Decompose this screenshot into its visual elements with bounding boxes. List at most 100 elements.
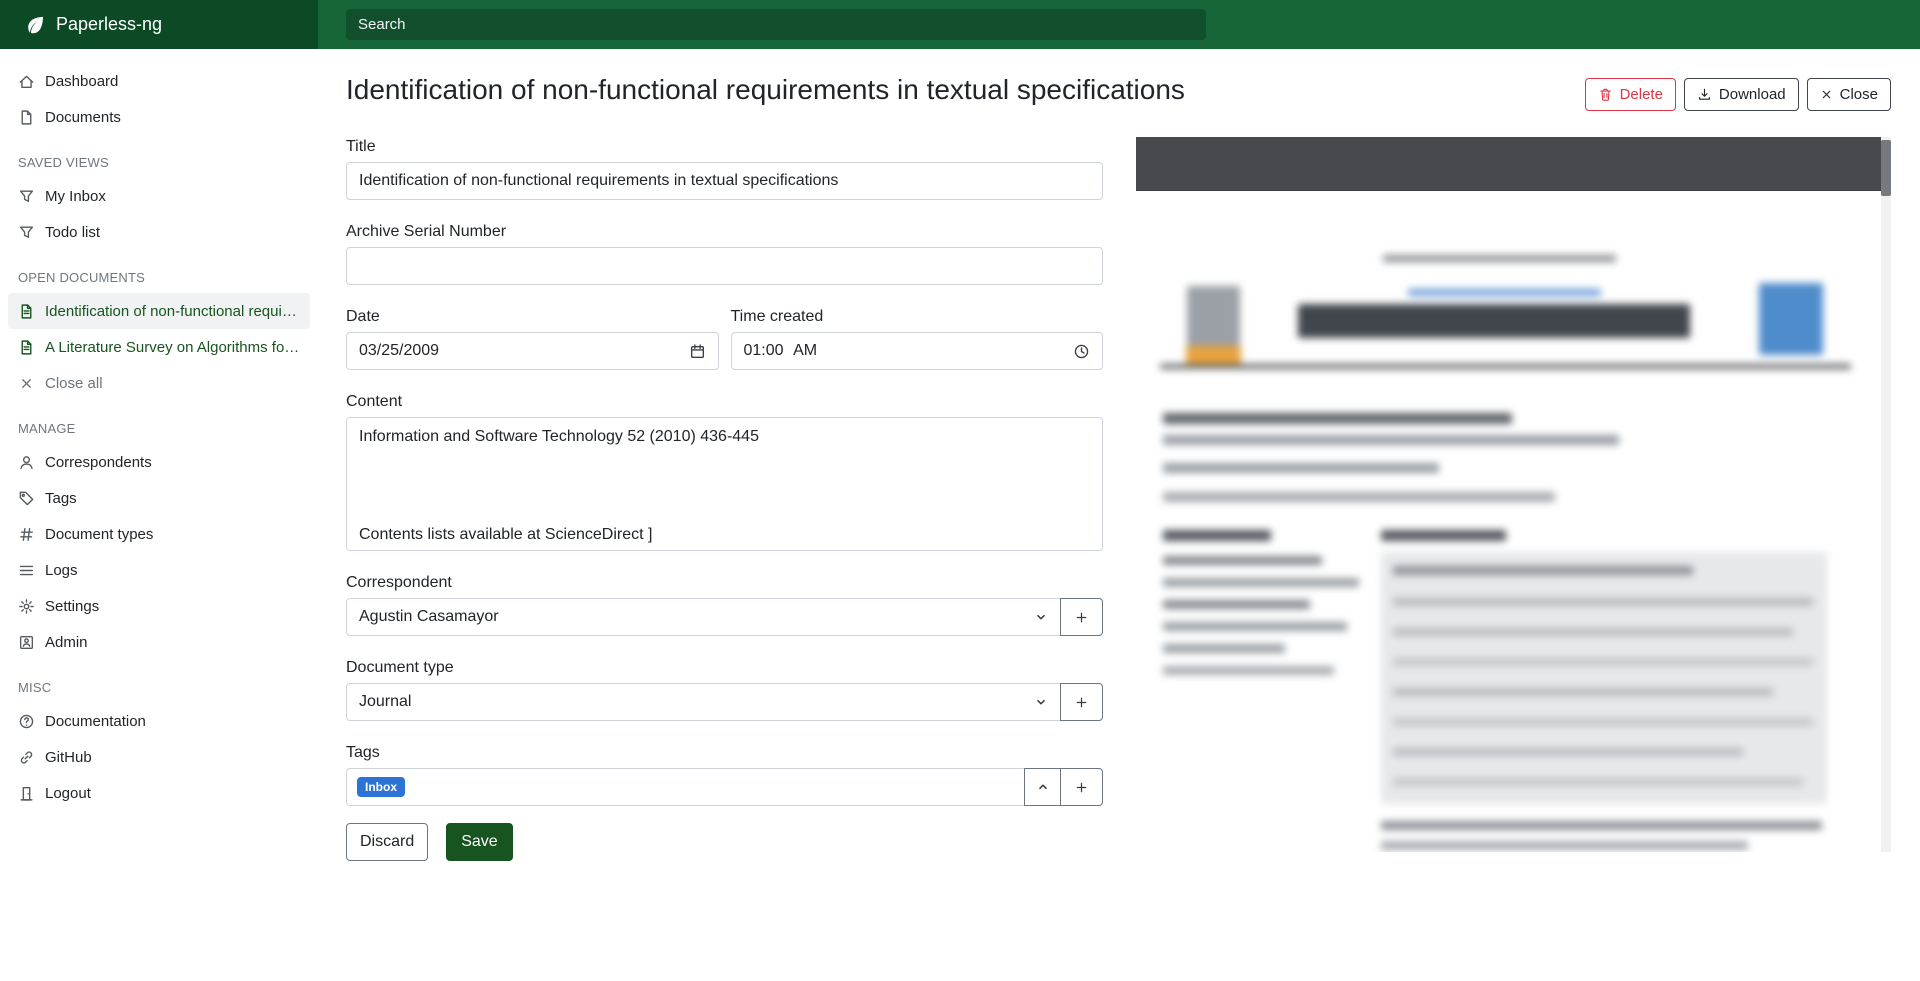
tags-field: Tags Inbox	[346, 743, 1103, 806]
person-icon	[18, 454, 35, 471]
preview-scrollbar[interactable]	[1881, 137, 1891, 852]
date-input[interactable]: 03/25/2009	[346, 332, 719, 370]
correspondent-select[interactable]: Agustin Casamayor	[346, 598, 1061, 636]
sidebar-item-logout[interactable]: Logout	[8, 775, 310, 811]
plus-icon	[1074, 780, 1089, 795]
pdf-blur-shape	[1408, 289, 1601, 296]
document-type-value: Journal	[359, 693, 411, 711]
pdf-blur-shape	[1163, 556, 1322, 565]
sidebar-item-label: Identification of non-functional require…	[45, 303, 300, 320]
delete-button[interactable]: Delete	[1585, 78, 1676, 111]
gear-icon	[18, 598, 35, 615]
clock-icon[interactable]	[1073, 343, 1090, 360]
hash-icon	[18, 526, 35, 543]
file-icon	[18, 109, 35, 126]
tags-label: Tags	[346, 743, 1103, 762]
sidebar-section-title: MISC	[18, 680, 300, 695]
pdf-blur-shape	[1163, 600, 1310, 609]
door-icon	[18, 785, 35, 802]
time-created-value: 01:00 AM	[744, 342, 818, 360]
sidebar-item-label: Document types	[45, 526, 300, 543]
time-created-input[interactable]: 01:00 AM	[731, 332, 1104, 370]
content-field: Content Information and Software Technol…	[346, 392, 1103, 551]
content-row: Title Archive Serial Number Date 03/25/2…	[346, 137, 1891, 901]
sidebar-item-label: Documentation	[45, 713, 300, 730]
sidebar-item-label: My Inbox	[45, 188, 300, 205]
date-label: Date	[346, 307, 719, 326]
pdf-blur-shape	[1187, 286, 1240, 346]
tag-badge-inbox[interactable]: Inbox	[357, 777, 405, 797]
sidebar-item-github[interactable]: GitHub	[8, 739, 310, 775]
sidebar-item-label: Settings	[45, 598, 300, 615]
asn-input[interactable]	[346, 247, 1103, 285]
tags-input[interactable]: Inbox	[346, 768, 1025, 806]
sidebar-item-todo-list[interactable]: Todo list	[8, 214, 310, 250]
sidebar-item-identification-of-non-functional-requirem[interactable]: Identification of non-functional require…	[8, 293, 310, 329]
sidebar-item-my-inbox[interactable]: My Inbox	[8, 178, 310, 214]
document-preview[interactable]	[1136, 137, 1891, 852]
sidebar-item-a-literature-survey-on-algorithms-for-mu[interactable]: A Literature Survey on Algorithms for Mu…	[8, 329, 310, 365]
content-textarea[interactable]: Information and Software Technology 52 (…	[346, 417, 1103, 551]
pdf-blur-shape	[1383, 255, 1616, 262]
pdf-blur-shape	[1393, 628, 1793, 636]
add-tag-button[interactable]	[1060, 768, 1103, 806]
close-button[interactable]: Close	[1807, 78, 1891, 111]
pdf-blur-shape	[1163, 492, 1555, 502]
sidebar-item-label: Dashboard	[45, 73, 300, 90]
sidebar-item-label: GitHub	[45, 749, 300, 766]
correspondent-field: Correspondent Agustin Casamayor	[346, 573, 1103, 636]
calendar-icon[interactable]	[689, 343, 706, 360]
close-button-label: Close	[1840, 86, 1878, 103]
preview-scrollbar-thumb[interactable]	[1881, 140, 1891, 196]
sidebar-item-documentation[interactable]: Documentation	[8, 703, 310, 739]
tags-dropdown-button[interactable]	[1024, 768, 1061, 806]
plus-icon	[1074, 695, 1089, 710]
pdf-blur-shape	[1381, 821, 1822, 830]
sidebar-item-tags[interactable]: Tags	[8, 480, 310, 516]
save-button[interactable]: Save	[446, 823, 512, 861]
chevron-down-icon	[1034, 610, 1048, 624]
app-brand[interactable]: Paperless-ng	[0, 0, 318, 49]
document-type-select[interactable]: Journal	[346, 683, 1061, 721]
pdf-blur-shape	[1393, 748, 1743, 756]
chevron-up-icon	[1036, 780, 1050, 794]
main-content: Identification of non-functional require…	[318, 49, 1920, 981]
document-actions: Delete Download Close	[1585, 78, 1891, 111]
list-icon	[18, 562, 35, 579]
add-document-type-button[interactable]	[1060, 683, 1103, 721]
pdf-blur-shape	[1163, 463, 1439, 473]
download-icon	[1697, 87, 1712, 102]
pdf-blur-shape	[1381, 552, 1827, 804]
sidebar-item-documents[interactable]: Documents	[8, 99, 310, 135]
title-field: Title	[346, 137, 1103, 200]
add-correspondent-button[interactable]	[1060, 598, 1103, 636]
pdf-page	[1136, 191, 1881, 852]
search-input[interactable]	[346, 9, 1206, 40]
download-button[interactable]: Download	[1684, 78, 1799, 111]
file-text-icon	[18, 339, 35, 356]
page-title: Identification of non-functional require…	[346, 73, 1185, 107]
sidebar-item-label: Correspondents	[45, 454, 300, 471]
link-icon	[18, 749, 35, 766]
sidebar-item-admin[interactable]: Admin	[8, 624, 310, 660]
sidebar-item-dashboard[interactable]: Dashboard	[8, 63, 310, 99]
pdf-blur-shape	[1393, 778, 1803, 786]
pdf-blur-shape	[1393, 718, 1813, 726]
correspondent-value: Agustin Casamayor	[359, 608, 499, 626]
pdf-blur-shape	[1163, 578, 1359, 587]
id-badge-icon	[18, 634, 35, 651]
top-navbar: Paperless-ng	[0, 0, 1920, 49]
sidebar-item-logs[interactable]: Logs	[8, 552, 310, 588]
sidebar-item-label: Close all	[45, 375, 300, 392]
sidebar-item-settings[interactable]: Settings	[8, 588, 310, 624]
sidebar-item-close-all[interactable]: Close all	[8, 365, 310, 401]
form-actions: Discard Save	[346, 823, 1103, 901]
title-input[interactable]	[346, 162, 1103, 200]
discard-button[interactable]: Discard	[346, 823, 428, 861]
page-header: Identification of non-functional require…	[346, 73, 1891, 111]
x-icon	[18, 375, 35, 392]
sidebar-item-correspondents[interactable]: Correspondents	[8, 444, 310, 480]
pdf-blur-shape	[1393, 598, 1813, 606]
sidebar-item-document-types[interactable]: Document types	[8, 516, 310, 552]
pdf-blur-shape	[1160, 364, 1851, 369]
